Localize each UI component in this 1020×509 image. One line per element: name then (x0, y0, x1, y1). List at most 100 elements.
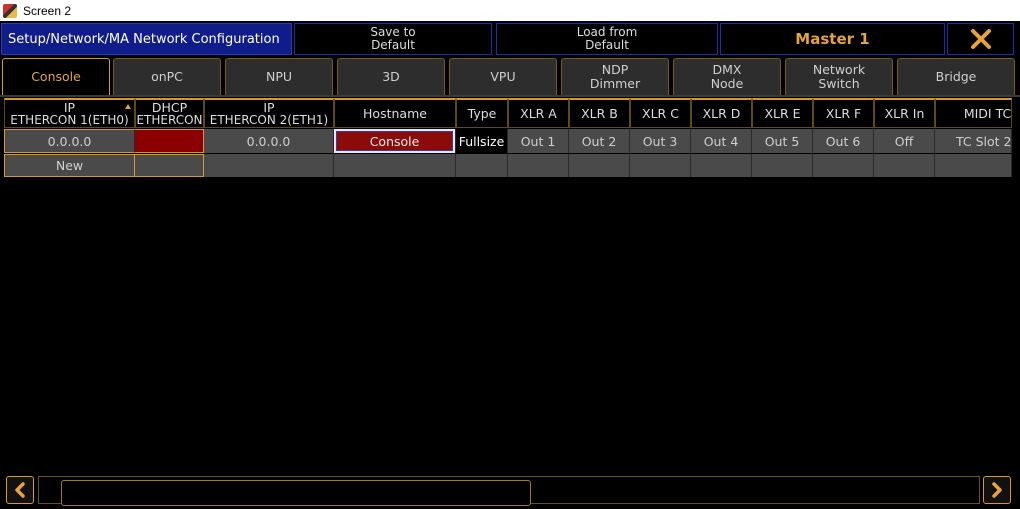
scroll-right-button[interactable] (983, 476, 1011, 504)
cell-empty[interactable] (691, 154, 752, 177)
cell-empty[interactable] (508, 154, 569, 177)
column-header-label: IP (63, 99, 76, 115)
column-header-midi-tc[interactable]: MIDI TC (935, 98, 1012, 128)
tab-label: 3D (382, 69, 400, 84)
column-header-xlr-e[interactable]: XLR E (752, 98, 813, 128)
column-header-xlr-b[interactable]: XLR B (569, 98, 630, 128)
cell-empty[interactable] (813, 154, 874, 177)
column-header-ip-eth0[interactable]: IP ETHERCON 1(ETH0) (4, 98, 135, 128)
cell-empty[interactable] (874, 154, 935, 177)
table-row-new[interactable]: New (4, 154, 1012, 177)
cell-type[interactable]: Fullsize (456, 129, 508, 153)
tab-label-line1: NDP (601, 62, 629, 77)
tab-3d[interactable]: 3D (337, 58, 445, 95)
hostname-field[interactable]: Console (336, 131, 453, 151)
tab-label-line2: Switch (818, 76, 860, 91)
column-header-label: MIDI TC (963, 105, 1012, 121)
cell-xlr-in[interactable]: Off (874, 129, 935, 153)
tab-onpc[interactable]: onPC (113, 58, 221, 95)
column-header-xlr-d[interactable]: XLR D (691, 98, 752, 128)
column-header-label: XLR E (764, 105, 801, 121)
column-header-dhcp[interactable]: DHCP ETHERCON (135, 98, 204, 128)
chevron-left-icon (15, 482, 25, 498)
column-header-label: XLR A (520, 105, 557, 121)
column-header-label: Type (467, 105, 497, 121)
load-label-line2: Default (585, 38, 629, 52)
cell-ip-eth1[interactable]: 0.0.0.0 (204, 129, 334, 153)
scroll-track[interactable] (38, 476, 980, 506)
column-header-label: DHCP (151, 99, 188, 115)
cell-xlr-e[interactable]: Out 5 (752, 129, 813, 153)
cell-empty[interactable] (752, 154, 813, 177)
column-header-label: IP (263, 99, 275, 115)
tab-vpu[interactable]: VPU (449, 58, 557, 95)
column-header-label: XLR F (825, 105, 862, 121)
cell-empty[interactable] (630, 154, 691, 177)
column-header-label: XLR In (884, 105, 925, 121)
tab-label-line1: Network (812, 62, 866, 77)
breadcrumb-path: Setup/Network/MA Network Configuration (1, 23, 292, 55)
column-header-label: XLR B (581, 105, 618, 121)
save-label-line2: Default (371, 38, 415, 52)
tab-label: onPC (151, 69, 183, 84)
header-bar: Setup/Network/MA Network Configuration S… (0, 21, 1020, 57)
column-header-xlr-c[interactable]: XLR C (630, 98, 691, 128)
close-button[interactable] (947, 23, 1014, 55)
cell-xlr-b[interactable]: Out 2 (569, 129, 630, 153)
tab-label-line2: Dimmer (589, 76, 641, 91)
tab-label: Console (31, 69, 81, 84)
cell-xlr-a[interactable]: Out 1 (508, 129, 569, 153)
cell-empty[interactable] (204, 154, 334, 177)
cell-xlr-c[interactable]: Out 3 (630, 129, 691, 153)
column-header-label: XLR D (702, 105, 741, 121)
column-header-type[interactable]: Type (456, 98, 508, 128)
tab-ndp-dimmer[interactable]: NDP Dimmer (561, 58, 669, 95)
tab-npu[interactable]: NPU (225, 58, 333, 95)
column-header-hostname[interactable]: Hostname (334, 98, 456, 128)
table-header-row: IP ETHERCON 1(ETH0) DHCP ETHERCON IP ETH… (4, 98, 1012, 128)
close-x-icon (970, 29, 991, 49)
tab-bridge[interactable]: Bridge (897, 58, 1015, 95)
scroll-thumb[interactable] (61, 480, 531, 506)
window-titlebar: Screen 2 (0, 0, 1020, 21)
column-header-xlr-in[interactable]: XLR In (874, 98, 935, 128)
column-header-label: XLR C (642, 105, 679, 121)
new-row-button[interactable]: New (4, 154, 135, 177)
column-header-label: Hostname (363, 105, 427, 121)
column-header-ip-eth1[interactable]: IP ETHERCON 2(ETH1) (204, 98, 334, 128)
cell-dhcp-toggle[interactable] (135, 129, 204, 153)
tab-label-line1: DMX (712, 62, 742, 77)
table-row[interactable]: 0.0.0.0 0.0.0.0 Console Fullsize Out 1 O… (4, 129, 1012, 153)
cell-xlr-f[interactable]: Out 6 (813, 129, 874, 153)
sort-ascending-icon (125, 104, 131, 109)
master-label: Master 1 (720, 23, 945, 55)
tab-label: VPU (490, 69, 516, 84)
tab-console[interactable]: Console (2, 58, 110, 95)
cell-hostname[interactable]: Console (334, 129, 456, 153)
load-from-default-button[interactable]: Load from Default (496, 23, 718, 55)
cell-dhcp-empty[interactable] (135, 154, 204, 177)
column-header-xlr-f[interactable]: XLR F (813, 98, 874, 128)
tab-divider (0, 95, 1020, 97)
cell-empty[interactable] (334, 154, 456, 177)
scroll-left-button[interactable] (6, 476, 34, 504)
cell-xlr-d[interactable]: Out 4 (691, 129, 752, 153)
cell-midi-tc[interactable]: TC Slot 2 (935, 129, 1012, 153)
cell-ip-eth0[interactable]: 0.0.0.0 (4, 129, 135, 153)
save-to-default-button[interactable]: Save to Default (294, 23, 492, 55)
tab-dmx-node[interactable]: DMX Node (673, 58, 781, 95)
column-header-sublabel: ETHERCON 1(ETH0) (10, 112, 129, 127)
tab-network-switch[interactable]: Network Switch (785, 58, 893, 95)
tab-label-line2: Node (710, 76, 744, 91)
tab-bar: Console onPC NPU 3D VPU NDP Dimmer DMX N… (0, 57, 1020, 96)
column-header-xlr-a[interactable]: XLR A (508, 98, 569, 128)
cell-empty[interactable] (569, 154, 630, 177)
chevron-right-icon (992, 482, 1002, 498)
app-icon (3, 3, 17, 18)
column-header-sublabel: ETHERCON (136, 112, 203, 127)
column-header-sublabel: ETHERCON 2(ETH1) (209, 112, 329, 127)
horizontal-scrollbar (0, 472, 1020, 509)
cell-empty[interactable] (935, 154, 1012, 177)
tab-label: Bridge (935, 69, 977, 84)
cell-empty[interactable] (456, 154, 508, 177)
